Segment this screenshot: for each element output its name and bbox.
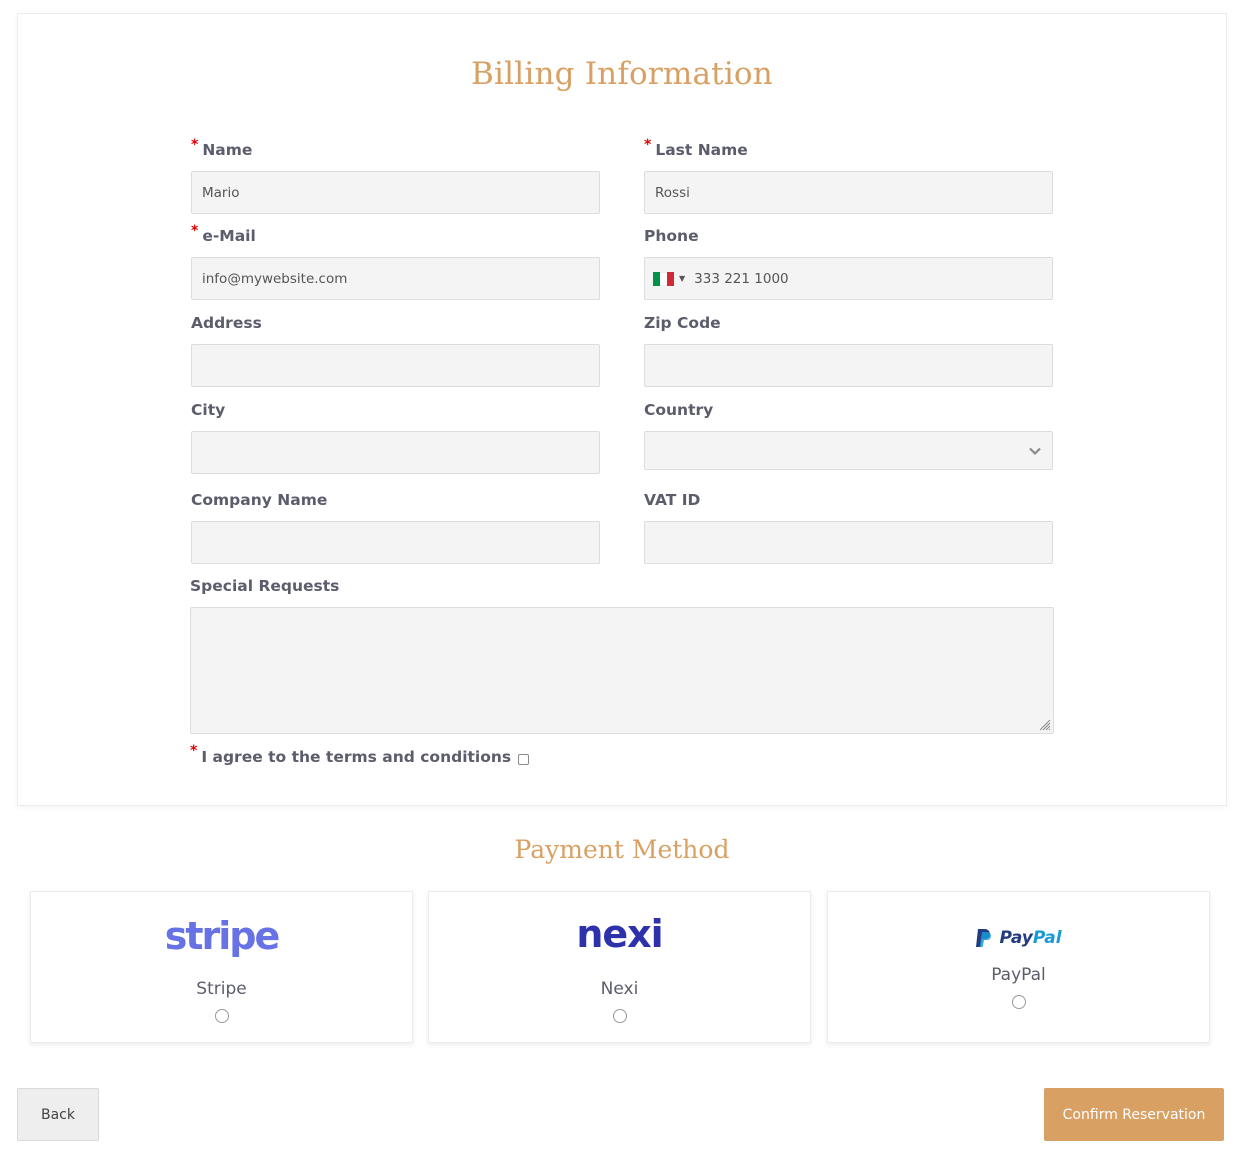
phone-label: Phone [644,227,699,245]
phone-input[interactable] [694,270,995,287]
chevron-down-icon [1029,447,1041,455]
terms-checkbox[interactable] [518,753,530,765]
required-marker: * [644,137,652,153]
zip-label: Zip Code [644,314,721,332]
stripe-logo-icon: stripe [164,914,281,958]
billing-title: Billing Information [471,56,773,92]
country-select[interactable] [644,431,1053,470]
paypal-label: PayPal [991,965,1046,985]
company-label: Company Name [191,491,328,509]
country-label: Country [644,401,714,419]
paypal-p-icon [976,929,992,947]
name-label: * Name [191,137,253,159]
paypal-logo-icon: Pay Pal [828,928,1209,948]
payment-option-paypal[interactable]: Pay Pal PayPal [827,891,1210,1043]
required-marker: * [190,743,198,759]
city-input[interactable] [191,431,600,474]
nexi-label: Nexi [600,979,639,999]
last-name-label: * Last Name [644,137,748,159]
required-marker: * [191,223,199,239]
stripe-label: Stripe [196,979,247,999]
resize-grip-icon[interactable] [1039,719,1051,731]
required-marker: * [191,137,199,153]
vat-label: VAT ID [644,491,701,509]
vat-input[interactable] [644,521,1053,564]
special-requests-textarea[interactable] [190,607,1054,734]
special-requests-label: Special Requests [190,577,340,595]
stripe-radio[interactable] [214,1009,229,1023]
payment-option-nexi[interactable]: nexi Nexi [428,891,811,1043]
paypal-radio[interactable] [1011,995,1026,1009]
it-flag-icon[interactable] [653,271,674,286]
email-label: * e-Mail [191,223,256,245]
last-name-input[interactable] [644,171,1053,214]
nexi-logo-icon: nexi [576,912,663,956]
address-input[interactable] [191,344,600,387]
zip-input[interactable] [644,344,1053,387]
city-label: City [191,401,226,419]
payment-option-stripe[interactable]: stripe Stripe [30,891,413,1043]
email-input[interactable] [191,257,600,300]
country-code-caret-icon[interactable]: ▼ [679,274,685,283]
confirm-reservation-button[interactable]: Confirm Reservation [1044,1088,1224,1141]
payment-title: Payment Method [514,835,730,864]
back-button[interactable]: Back [17,1088,99,1141]
terms-row: * I agree to the terms and conditions [190,743,530,766]
name-input[interactable] [191,171,600,214]
company-input[interactable] [191,521,600,564]
nexi-radio[interactable] [612,1009,627,1023]
terms-label: I agree to the terms and conditions [201,748,512,766]
address-label: Address [191,314,262,332]
phone-field: ▼ [644,257,1053,300]
